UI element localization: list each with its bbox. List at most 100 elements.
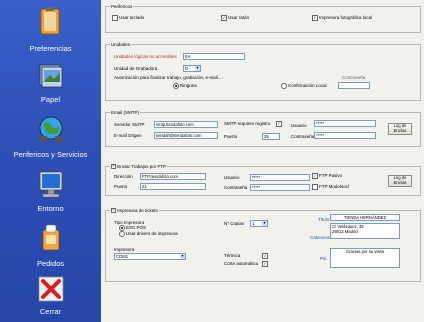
autorizacion-label: Autorización para finalizar trabajo, gra… [114,75,223,80]
contrasena-label: Contraseña [291,134,315,139]
sidebar-item-perifericos[interactable]: Perifericos y Servicios [0,110,101,162]
grabadora-select[interactable]: D ▼ [183,65,201,72]
sidebar-item-label: Papel [40,95,61,104]
smtp-requiere-checkbox[interactable]: ✓ [276,121,282,127]
escpos-label: ESC POS [126,225,147,230]
servidor-smtp-input[interactable]: smtp.tiendafoto.com [154,121,218,128]
group-title: Email (SMTP) [110,110,140,115]
ftp-pasivo-label: FTP Pasivo [319,173,343,178]
servidor-smtp-label: Servidor SMTP [114,122,145,127]
chevron-down-icon: ▼ [195,66,200,71]
paper-stack-icon [39,64,63,88]
contrasena-input[interactable]: ***** [314,132,376,139]
ftp-usuario-label: Usuario [224,175,240,180]
impresora-value: COM1 [116,254,129,259]
ftp-puerto-input[interactable]: 21 [140,183,206,190]
unidades-logicas-label: Unidades lógicas no accesibles [114,54,177,59]
puerto-input[interactable]: 25 [262,133,280,140]
cabecera-label: Cabecera [310,235,330,240]
sidebar-item-preferencias[interactable]: Preferencias [0,0,101,56]
log-envios-button[interactable]: Log de Envíos [388,123,412,135]
pie-textarea[interactable]: Gracias por su visita [330,248,400,268]
usar-raton-checkbox[interactable]: ✓ [221,15,227,21]
ninguna-radio[interactable] [173,83,179,89]
cabecera-line-2: 28012 Madrid [332,229,358,234]
impresora-foto-label: Impresora fotográfica local [319,15,373,20]
group-title: ✓ Enviar Trabajos por FTP [110,164,168,170]
group-title: Unidades [110,42,132,47]
enviar-ftp-checkbox[interactable]: ✓ [111,164,116,170]
globe-network-icon [39,116,63,142]
sidebar-item-entorno[interactable]: Entorno [0,166,101,214]
drivers-label: Usar drivers de impresora [126,231,178,236]
direccion-label: Dirección [114,174,133,179]
cabecera-textarea[interactable]: C/ Velázquez, 35 28012 Madrid [330,223,400,239]
ninguna-label: Ninguna [180,83,197,88]
impresora-tickets-checkbox[interactable]: ✓ [111,208,116,214]
sidebar-item-label: Perifericos y Servicios [13,150,88,159]
drivers-radio[interactable] [119,231,125,237]
grabadora-label: Unidad de Grabadora [114,66,158,71]
group-title: Perifericos [110,4,134,9]
ftp-usuario-input[interactable]: ***** [250,174,310,181]
corte-checkbox[interactable]: ✓ [262,261,268,267]
corte-label: Corte automático [224,261,259,266]
unidades-group: Unidades Unidades lógicas no accesibles … [105,42,421,101]
tickets-title-label: Impresora de tickets [117,208,158,213]
email-origen-label: E-mail Origen [114,133,142,138]
ftp-contrasena-label: Contraseña [224,185,248,190]
perifericos-group: Perifericos Usar teclado ✓ Usar ratón ✓ … [105,4,421,33]
direccion-input[interactable]: FTP.tiendafoto.com [140,173,206,180]
sidebar-item-label: Preferencias [29,44,72,53]
chevron-down-icon: ▼ [180,254,185,259]
email-group: Email (SMTP) Servidor SMTP smtp.tiendafo… [105,110,421,147]
sidebar-item-label: Cerrar [39,307,62,316]
ftp-modonocl-label: FTP ModoNocl [319,184,349,189]
unidades-logicas-input[interactable]: EA [183,53,245,60]
grabadora-value: D [185,66,189,71]
ncopias-label: Nº Copias [224,221,245,226]
sidebar-item-cerrar[interactable]: Cerrar [0,274,101,320]
confirmacion-label: Confirmación Local [288,83,327,88]
pie-label: Pie [320,256,327,261]
titulo-input[interactable]: TIENDA HERNÁNDEZ [330,214,400,221]
email-origen-input[interactable]: tiendaft@tiendafoto.com [154,132,218,139]
confirmacion-radio[interactable] [281,83,287,89]
tickets-group: ✓ Impresora de tickets Tipo Impresora ES… [105,208,421,282]
sidebar-item-label: Entorno [37,204,64,213]
chevron-down-icon: ▼ [262,221,267,226]
usuario-input[interactable]: ***** [314,120,376,127]
usar-teclado-label: Usar teclado [119,15,145,20]
smtp-requiere-label: SMTP requiere registro [224,121,271,126]
group-title: ✓ Impresora de tickets [110,208,159,214]
monitor-icon [39,171,63,198]
ncopias-select[interactable]: 1 ▼ [250,220,268,227]
impresora-select[interactable]: COM1 ▼ [114,253,186,260]
clipboard-icon [40,7,60,35]
sidebar-item-label: Pedidos [36,259,65,268]
usar-raton-label: Usar ratón [228,15,250,20]
puerto-label: Puerto [224,134,238,139]
ftp-modonocl-checkbox[interactable] [312,184,318,190]
photo-bag-icon [42,224,60,251]
impresora-foto-checkbox[interactable]: ✓ [312,15,318,21]
termica-checkbox[interactable]: ✓ [262,253,268,259]
sidebar-item-pedidos[interactable]: Pedidos [0,218,101,270]
settings-panel: Perifericos Usar teclado ✓ Usar ratón ✓ … [101,0,424,322]
termica-label: Térmica [224,253,241,258]
ftp-contrasena-input[interactable]: ***** [250,184,310,191]
sidebar-item-papel[interactable]: Papel [0,58,101,108]
impresora-label: Impresora [114,247,135,252]
contrasena-input[interactable] [338,82,370,89]
sidebar: Preferencias Papel Perifericos y Servici… [0,0,101,322]
ftp-log-envios-button[interactable]: Log de Envíos [388,175,412,187]
usuario-label: Usuario [291,123,307,128]
ftp-pasivo-checkbox[interactable]: ✓ [312,173,318,179]
ftp-group: ✓ Enviar Trabajos por FTP Dirección FTP.… [105,164,421,196]
ncopias-value: 1 [252,221,255,226]
contrasena-label: Contraseña [342,75,366,80]
titulo-label: Título [318,217,330,222]
usar-teclado-checkbox[interactable] [112,15,118,21]
close-icon [38,276,64,302]
ftp-puerto-label: Puerto [114,184,128,189]
